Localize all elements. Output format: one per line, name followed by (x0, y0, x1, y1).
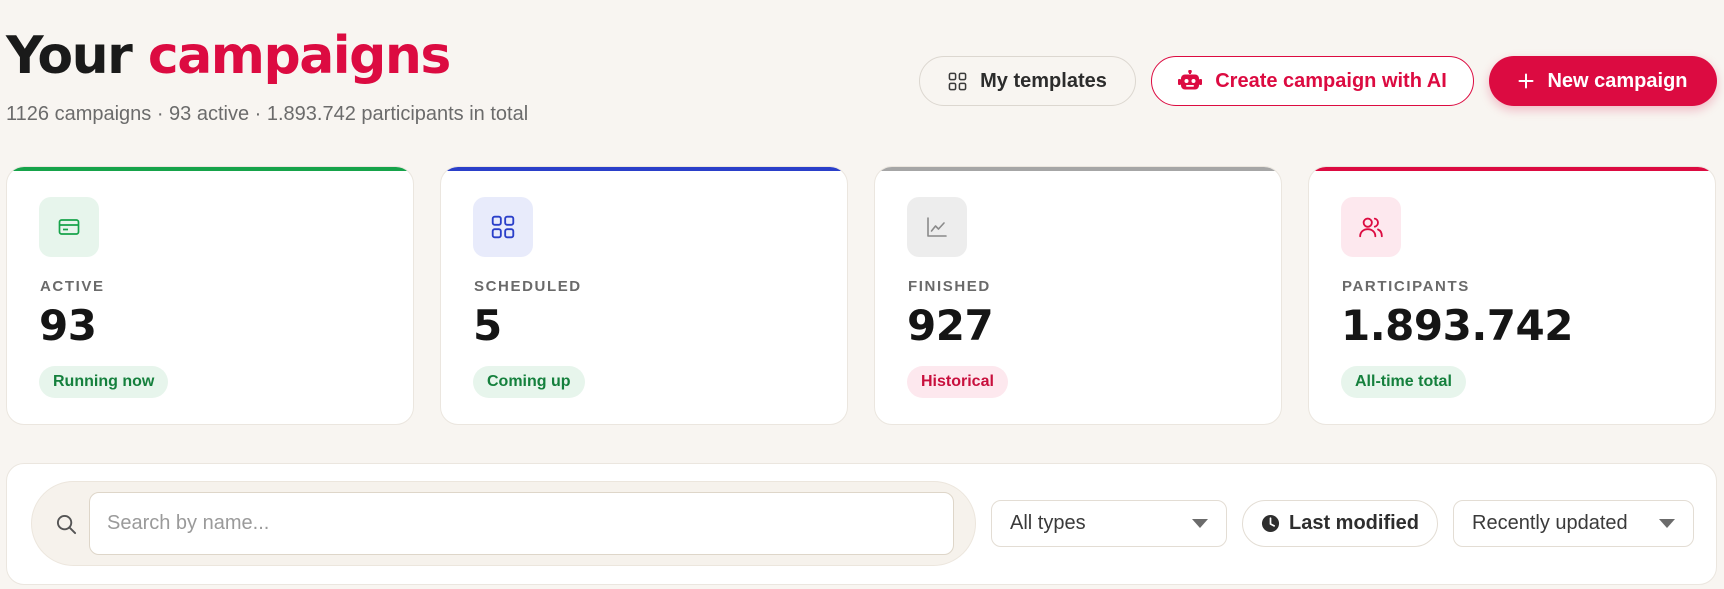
campaign-summary: 1126 campaigns · 93 active · 1.893.742 p… (6, 103, 529, 125)
stat-card-active: ACTIVE 93 Running now (6, 166, 414, 425)
grid-icon (948, 72, 967, 91)
grid-icon (473, 197, 533, 257)
search-container (31, 481, 976, 566)
status-badge: All-time total (1341, 366, 1466, 398)
stat-label: SCHEDULED (474, 278, 582, 295)
stat-card-scheduled: SCHEDULED 5 Coming up (440, 166, 848, 425)
stat-label: ACTIVE (40, 278, 105, 295)
card-icon (39, 197, 99, 257)
new-campaign-button[interactable]: New campaign (1489, 56, 1717, 106)
stat-value: 927 (907, 301, 994, 350)
search-input[interactable] (89, 492, 954, 555)
search-icon (56, 514, 77, 540)
stat-label: FINISHED (908, 278, 991, 295)
stat-label: PARTICIPANTS (1342, 278, 1470, 295)
chevron-down-icon (1659, 519, 1675, 528)
users-icon (1341, 197, 1401, 257)
stat-card-finished: FINISHED 927 Historical (874, 166, 1282, 425)
my-templates-button[interactable]: My templates (919, 56, 1136, 106)
new-campaign-label: New campaign (1547, 69, 1688, 92)
card-accent-bar (7, 167, 413, 171)
robot-icon (1178, 70, 1203, 92)
status-badge: Historical (907, 366, 1008, 398)
plus-icon (1518, 73, 1534, 89)
stat-value: 93 (39, 301, 97, 350)
status-badge: Coming up (473, 366, 585, 398)
sort-select[interactable]: Recently updated (1453, 500, 1694, 547)
chevron-down-icon (1192, 519, 1208, 528)
my-templates-label: My templates (980, 69, 1107, 92)
card-accent-bar (1309, 167, 1715, 171)
title-accent: campaigns (147, 26, 451, 86)
card-accent-bar (441, 167, 847, 171)
chart-icon (907, 197, 967, 257)
title-prefix: Your (6, 26, 133, 86)
campaigns-page: Your campaigns 1126 campaigns · 93 activ… (0, 0, 1724, 589)
create-with-ai-label: Create campaign with AI (1215, 69, 1447, 92)
type-select[interactable]: All types (991, 500, 1227, 547)
clock-icon (1261, 514, 1280, 533)
type-select-value: All types (1010, 512, 1086, 534)
stat-value: 5 (473, 301, 502, 350)
sort-select-value: Recently updated (1472, 512, 1628, 534)
stat-card-participants: PARTICIPANTS 1.893.742 All-time total (1308, 166, 1716, 425)
stat-value: 1.893.742 (1341, 301, 1573, 350)
last-modified-label: Last modified (1288, 512, 1419, 534)
status-badge: Running now (39, 366, 169, 398)
card-accent-bar (875, 167, 1281, 171)
page-title: Your campaigns (6, 26, 451, 86)
filter-bar: All types Last modified Recently updated (6, 463, 1717, 585)
create-with-ai-button[interactable]: Create campaign with AI (1151, 56, 1474, 106)
last-modified-chip[interactable]: Last modified (1242, 500, 1438, 547)
